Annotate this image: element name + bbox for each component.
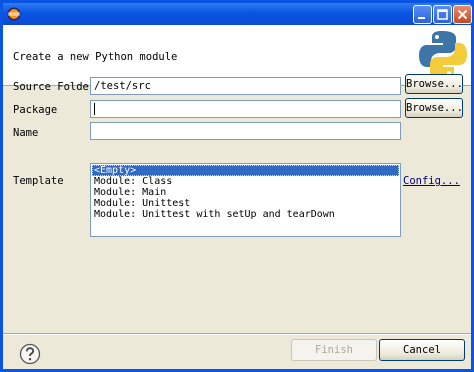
close-button[interactable] <box>453 5 472 24</box>
template-list[interactable]: <Empty> Module: Class Module: Main Modul… <box>90 163 401 237</box>
template-item-unittest-setup[interactable]: Module: Unittest with setUp and tearDown <box>92 209 399 220</box>
finish-button[interactable]: Finish <box>291 339 377 361</box>
template-label: Template <box>13 175 64 187</box>
name-label: Name <box>13 127 39 139</box>
close-icon <box>457 9 468 20</box>
template-item-empty[interactable]: <Empty> <box>92 165 399 176</box>
text-caret <box>94 103 95 115</box>
title-bar[interactable] <box>3 3 472 25</box>
package-label: Package <box>13 104 58 116</box>
help-icon[interactable] <box>19 343 41 365</box>
name-field[interactable] <box>90 122 401 140</box>
template-item-class[interactable]: Module: Class <box>92 176 399 187</box>
source-folder-label: Source Folder <box>13 81 96 93</box>
maximize-button[interactable] <box>433 5 452 24</box>
maximize-icon <box>437 9 448 20</box>
footer-separator <box>3 333 471 335</box>
minimize-button[interactable] <box>413 5 432 24</box>
template-item-main[interactable]: Module: Main <box>92 187 399 198</box>
source-folder-browse-button[interactable]: Browse... <box>405 74 463 94</box>
package-browse-button[interactable]: Browse... <box>405 98 463 118</box>
package-field[interactable] <box>90 100 401 118</box>
config-link[interactable]: Config... <box>403 175 460 187</box>
wizard-title: Create a new Python module <box>13 51 178 63</box>
minimize-icon <box>418 17 425 19</box>
template-item-unittest[interactable]: Module: Unittest <box>92 198 399 209</box>
source-folder-field[interactable]: /test/src <box>90 77 401 95</box>
dialog-window: Create a new Python module Source Folder… <box>0 0 474 372</box>
eclipse-icon <box>7 7 21 21</box>
cancel-button[interactable]: Cancel <box>379 339 465 361</box>
